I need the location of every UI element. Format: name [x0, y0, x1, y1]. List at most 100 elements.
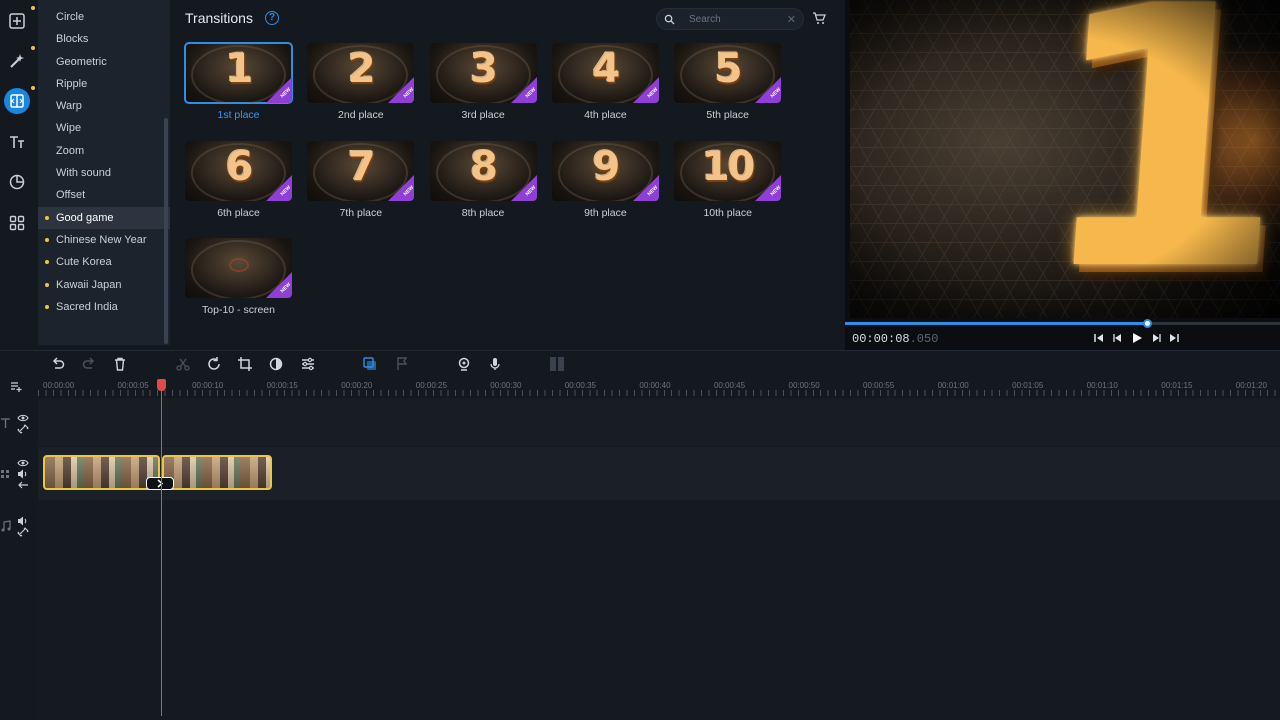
new-dot	[45, 260, 49, 265]
category-item[interactable]: Zoom	[38, 140, 170, 162]
category-item[interactable]: Ripple	[38, 73, 170, 95]
category-item[interactable]: Geometric	[38, 51, 170, 73]
video-clip[interactable]	[43, 455, 160, 490]
import-icon	[9, 13, 25, 29]
category-item[interactable]: Circle	[38, 6, 170, 28]
prev-frame-button[interactable]	[1111, 331, 1125, 345]
transition-tile[interactable]: 4 NEW 4th place	[551, 43, 659, 123]
transition-thumbnail[interactable]: 1 NEW	[184, 42, 293, 104]
transition-thumbnail[interactable]: NEW	[185, 238, 292, 298]
skip-to-start-button[interactable]	[1092, 331, 1106, 345]
marker-button[interactable]	[394, 356, 410, 372]
category-item[interactable]: Offset	[38, 184, 170, 206]
timeline-ruler[interactable]: 00:00:00 00:00:05 00:00:10 00:00:15 00:00:20…	[38, 378, 1280, 398]
more-tools-button[interactable]	[4, 210, 30, 236]
category-item-good-game[interactable]: Good game	[38, 206, 170, 229]
delete-button[interactable]	[112, 356, 128, 372]
progress-knob[interactable]	[1142, 319, 1152, 328]
transition-marker[interactable]	[146, 477, 174, 490]
category-item[interactable]: Sacred India	[38, 296, 170, 318]
transition-thumbnail[interactable]: 9 NEW	[551, 140, 659, 201]
preview-progress-bar[interactable]	[845, 319, 1280, 328]
search-input[interactable]	[689, 12, 784, 27]
import-button[interactable]	[4, 6, 35, 34]
skip-start-icon	[1094, 334, 1103, 342]
audio-track[interactable]	[38, 500, 1280, 720]
redo-button[interactable]	[81, 356, 97, 372]
transition-tile[interactable]: 10 NEW 10th place	[674, 140, 782, 221]
transition-tile[interactable]: 5 NEW 5th place	[674, 43, 782, 123]
transition-tile[interactable]: 8 NEW 8th place	[429, 140, 537, 221]
transition-thumbnail[interactable]: 8 NEW	[429, 140, 537, 201]
transition-thumbnail[interactable]: 6 NEW	[185, 140, 292, 201]
arrow-left-icon[interactable]	[17, 478, 29, 490]
webcam-record-button[interactable]	[456, 356, 472, 372]
transitions-button[interactable]	[4, 86, 35, 114]
new-dot	[45, 215, 49, 220]
link-icon[interactable]	[17, 422, 29, 434]
music-track-icon	[0, 519, 12, 532]
transition-thumbnail[interactable]: 7 NEW	[307, 140, 415, 201]
category-item[interactable]: Warp	[38, 95, 170, 117]
transition-tile[interactable]: 3 NEW 3rd place	[429, 43, 537, 123]
video-editor: Circle Blocks Geometric Ripple Warp Wipe…	[0, 0, 1280, 720]
category-item[interactable]: Blocks	[38, 28, 170, 50]
new-dot	[45, 237, 49, 242]
category-item[interactable]: With sound	[38, 162, 170, 184]
transition-thumbnail[interactable]: 4 NEW	[551, 43, 659, 103]
category-scrollbar[interactable]	[164, 118, 168, 344]
category-item[interactable]: Cute Korea	[38, 251, 170, 273]
trash-icon	[115, 357, 125, 371]
rotate-button[interactable]	[206, 356, 222, 372]
transition-tile[interactable]: NEW Top-10 - screen	[185, 238, 292, 318]
title-track[interactable]	[38, 398, 1280, 446]
transition-tile[interactable]: 7 NEW 7th place	[307, 140, 415, 221]
transition-label: 3rd place	[461, 109, 505, 121]
transition-thumbnail[interactable]: 2 NEW	[307, 43, 415, 103]
video-clip[interactable]	[162, 455, 272, 490]
split-screen-button[interactable]	[549, 356, 565, 372]
cut-button[interactable]	[175, 356, 191, 372]
transition-thumbnail[interactable]: 10 NEW	[674, 140, 782, 201]
sliders-icon	[302, 357, 314, 371]
transition-tile[interactable]: 2 NEW 2nd place	[307, 43, 415, 123]
transition-thumbnail[interactable]: 5 NEW	[674, 43, 782, 103]
clear-search-icon[interactable]: ✕	[787, 13, 796, 26]
transition-category-list: Circle Blocks Geometric Ripple Warp Wipe…	[38, 0, 170, 345]
play-button[interactable]	[1130, 331, 1144, 345]
panel-title: Transitions	[185, 10, 253, 26]
link-icon[interactable]	[17, 525, 29, 537]
playhead-line	[161, 380, 162, 716]
voiceover-button[interactable]	[487, 356, 503, 372]
transition-label: 4th place	[584, 109, 627, 121]
redo-icon	[82, 357, 95, 369]
playhead-handle[interactable]	[157, 379, 166, 391]
transition-tile[interactable]: 9 NEW 9th place	[551, 140, 659, 221]
play-icon	[1133, 333, 1142, 343]
add-track-button[interactable]	[10, 380, 22, 392]
clip-properties-button[interactable]	[300, 356, 316, 372]
stickers-button[interactable]	[4, 169, 30, 195]
transition-tile[interactable]: 1 NEW 1st place	[184, 42, 293, 123]
filters-button[interactable]	[4, 46, 35, 74]
next-frame-button[interactable]	[1149, 331, 1163, 345]
category-item[interactable]: Wipe	[38, 117, 170, 139]
crop-button[interactable]	[237, 356, 253, 372]
category-item[interactable]: Chinese New Year	[38, 229, 170, 251]
help-icon[interactable]: ?	[265, 11, 279, 25]
transition-wizard-button[interactable]	[362, 356, 378, 372]
transition-label: 9th place	[584, 206, 627, 219]
transition-tile[interactable]: 6 NEW 6th place	[185, 140, 292, 221]
cart-icon[interactable]	[812, 11, 826, 25]
transition-label: 6th place	[217, 206, 260, 219]
undo-button[interactable]	[50, 356, 66, 372]
preview-video[interactable]: 1	[850, 0, 1280, 318]
color-adjust-button[interactable]	[268, 356, 284, 372]
category-item[interactable]: Kawaii Japan	[38, 274, 170, 296]
transition-thumbnail[interactable]: 3 NEW	[429, 43, 537, 103]
ruler-label: 00:00:10	[192, 381, 224, 390]
timeline-toolbar	[0, 350, 1280, 378]
titles-button[interactable]	[4, 129, 30, 155]
transitions-icon	[10, 94, 24, 108]
skip-to-end-button[interactable]	[1167, 331, 1181, 345]
